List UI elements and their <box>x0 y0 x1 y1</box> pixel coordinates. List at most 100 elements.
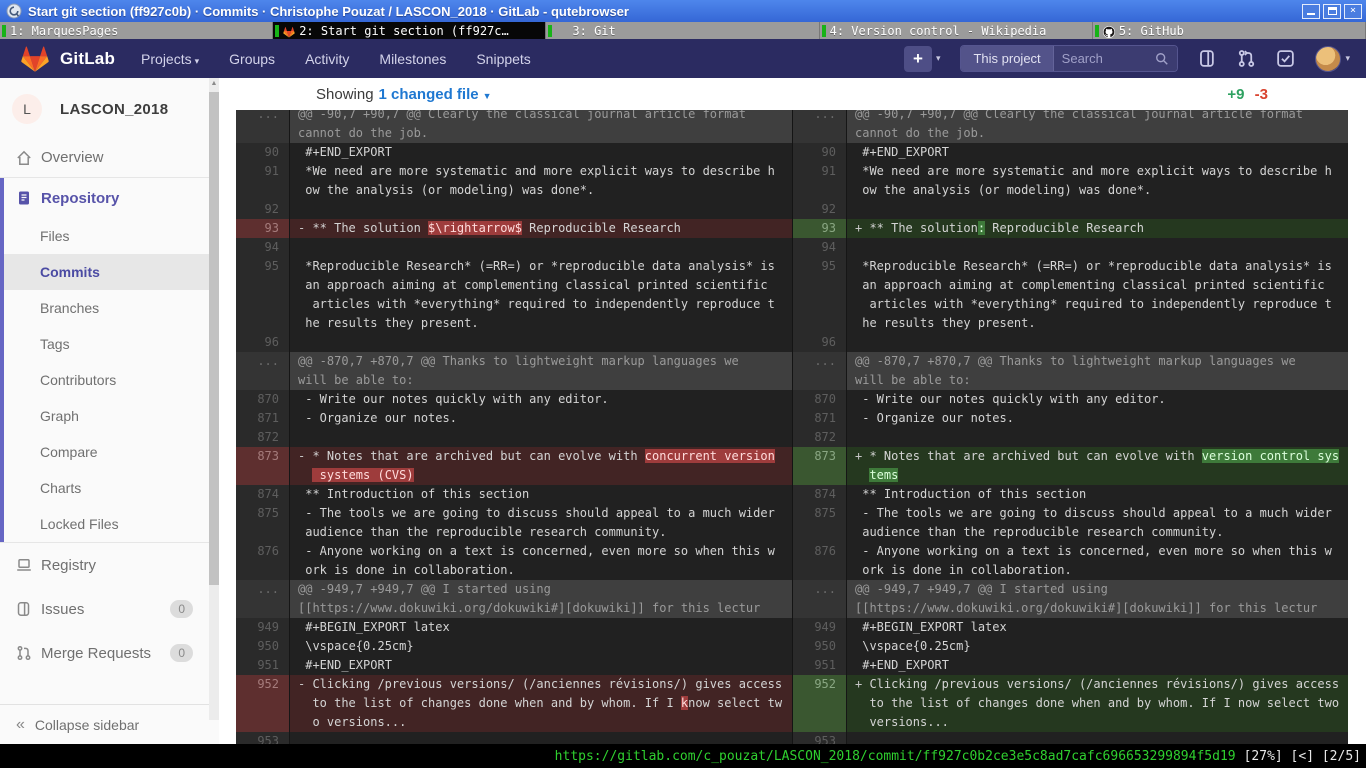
line-number[interactable]: 871 <box>793 409 847 428</box>
nav-link-milestones[interactable]: Milestones <box>379 51 446 67</box>
nav-link-groups[interactable]: Groups <box>229 51 275 67</box>
sidebar-item-registry[interactable]: Registry <box>0 543 209 587</box>
diff-row: 876- Anyone working on a text is concern… <box>793 542 1348 580</box>
nav-link-activity[interactable]: Activity <box>305 51 349 67</box>
line-number[interactable]: 871 <box>236 409 290 428</box>
sidebar-item-branches[interactable]: Branches <box>4 290 209 326</box>
line-number[interactable]: 872 <box>793 428 847 447</box>
count-badge: 0 <box>170 600 193 618</box>
line-number[interactable]: 950 <box>236 637 290 656</box>
line-number[interactable]: 96 <box>793 333 847 352</box>
removed-line-sign: - <box>298 447 305 466</box>
line-number[interactable]: 873 <box>793 447 847 485</box>
line-number[interactable]: 95 <box>793 257 847 333</box>
search-box: This project <box>960 45 1178 72</box>
changed-files-dropdown[interactable]: 1 changed file▼ <box>379 86 492 103</box>
project-sidebar: L LASCON_2018 OverviewRepositoryFilesCom… <box>0 78 219 744</box>
todos-icon[interactable] <box>1276 49 1295 68</box>
line-number[interactable]: 951 <box>236 656 290 675</box>
tab-bar: 1: MarquesPages2: Start git section (ff9… <box>0 22 1366 39</box>
minimize-icon[interactable] <box>1302 4 1320 19</box>
collapse-sidebar-button[interactable]: « Collapse sidebar <box>0 704 209 744</box>
diff-line-content <box>290 428 792 447</box>
sidebar-item-label: Graph <box>40 408 79 424</box>
scrollbar-thumb[interactable] <box>209 92 219 585</box>
sidebar-item-contributors[interactable]: Contributors <box>4 362 209 398</box>
line-number[interactable]: 874 <box>793 485 847 504</box>
sidebar-item-merge-requests[interactable]: Merge Requests0 <box>0 631 209 675</box>
line-number[interactable]: 93 <box>236 219 290 238</box>
line-number[interactable]: 870 <box>236 390 290 409</box>
sidebar-item-commits[interactable]: Commits <box>4 254 209 290</box>
user-menu[interactable]: ▾ <box>1315 46 1350 72</box>
new-dropdown-button[interactable]: + ▾ <box>904 46 941 72</box>
browser-tab-3-git[interactable]: 3: Git <box>546 22 819 39</box>
line-number[interactable]: 875 <box>793 504 847 542</box>
browser-tab-1-marquespages[interactable]: 1: MarquesPages <box>0 22 273 39</box>
line-number[interactable]: 952 <box>793 675 847 732</box>
sidebar-scrollbar[interactable]: ▲ <box>209 78 219 720</box>
browser-tab-2-start-git-section-ff927c[interactable]: 2: Start git section (ff927c… <box>273 22 546 39</box>
close-icon[interactable]: × <box>1344 4 1362 19</box>
line-number[interactable]: 875 <box>236 504 290 542</box>
diff-row: 93-** The solution $\rightarrow$ Reprodu… <box>236 219 792 238</box>
line-number[interactable]: 953 <box>793 732 847 744</box>
line-number[interactable]: 93 <box>793 219 847 238</box>
line-number[interactable]: 92 <box>793 200 847 219</box>
tab-title: 5: GitHub <box>1119 24 1184 38</box>
diff-line-content: - Anyone working on a text is concerned,… <box>847 542 1348 580</box>
browser-tab-5-github[interactable]: 5: GitHub <box>1093 22 1366 39</box>
diff-row: 92 <box>236 200 792 219</box>
line-number[interactable]: 949 <box>236 618 290 637</box>
browser-tab-4-version-control-wikipedia[interactable]: 4: Version control - Wikipedia <box>820 22 1093 39</box>
sidebar-item-locked-files[interactable]: Locked Files <box>4 506 209 542</box>
nav-link-snippets[interactable]: Snippets <box>476 51 530 67</box>
line-number[interactable]: 872 <box>236 428 290 447</box>
line-number[interactable]: 96 <box>236 333 290 352</box>
merge-requests-icon[interactable] <box>1237 49 1256 68</box>
line-number[interactable]: 876 <box>793 542 847 580</box>
showing-label: Showing <box>316 86 374 103</box>
sidebar-item-repository[interactable]: Repository <box>4 178 209 218</box>
sidebar-item-tags[interactable]: Tags <box>4 326 209 362</box>
line-number[interactable]: 91 <box>236 162 290 200</box>
line-number[interactable]: 876 <box>236 542 290 580</box>
line-number[interactable]: 90 <box>236 143 290 162</box>
diff-pane-right: ...@@ -90,7 +90,7 @@ Clearly the classic… <box>792 110 1348 744</box>
diff-line-content: *We need are more systematic and more ex… <box>847 162 1348 200</box>
line-number[interactable]: 90 <box>793 143 847 162</box>
line-number[interactable]: 952 <box>236 675 290 732</box>
issues-icon[interactable] <box>1198 49 1217 68</box>
line-number[interactable]: 874 <box>236 485 290 504</box>
line-number[interactable]: 953 <box>236 732 290 744</box>
line-number[interactable]: 95 <box>236 257 290 333</box>
sidebar-item-charts[interactable]: Charts <box>4 470 209 506</box>
sidebar-item-compare[interactable]: Compare <box>4 434 209 470</box>
diff-row: 870- Write our notes quickly with any ed… <box>793 390 1348 409</box>
sidebar-item-label: Repository <box>41 190 209 207</box>
search-scope-label: This project <box>961 46 1053 71</box>
line-number[interactable]: 94 <box>236 238 290 257</box>
line-number[interactable]: 949 <box>793 618 847 637</box>
diff-line-content <box>847 732 1348 744</box>
search-input[interactable] <box>1062 51 1156 66</box>
line-number[interactable]: 870 <box>793 390 847 409</box>
sidebar-item-graph[interactable]: Graph <box>4 398 209 434</box>
nav-link-projects[interactable]: Projects▾ <box>141 51 199 67</box>
additions-count: +9 <box>1227 86 1244 103</box>
gitlab-logo[interactable]: GitLab <box>20 44 115 73</box>
sidebar-item-issues[interactable]: Issues0 <box>0 587 209 631</box>
line-number[interactable]: 951 <box>793 656 847 675</box>
line-number[interactable]: 873 <box>236 447 290 485</box>
project-header[interactable]: L LASCON_2018 <box>0 78 209 138</box>
line-number[interactable]: 950 <box>793 637 847 656</box>
maximize-icon[interactable] <box>1323 4 1341 19</box>
diff-row: 953 <box>793 732 1348 744</box>
line-number[interactable]: 92 <box>236 200 290 219</box>
line-number[interactable]: 91 <box>793 162 847 200</box>
gitlab-navbar: GitLab Projects▾ Groups Activity Milestones… <box>0 39 1366 78</box>
sidebar-item-files[interactable]: Files <box>4 218 209 254</box>
line-number[interactable]: 94 <box>793 238 847 257</box>
scroll-up-icon[interactable]: ▲ <box>209 78 219 90</box>
sidebar-item-overview[interactable]: Overview <box>0 138 209 178</box>
